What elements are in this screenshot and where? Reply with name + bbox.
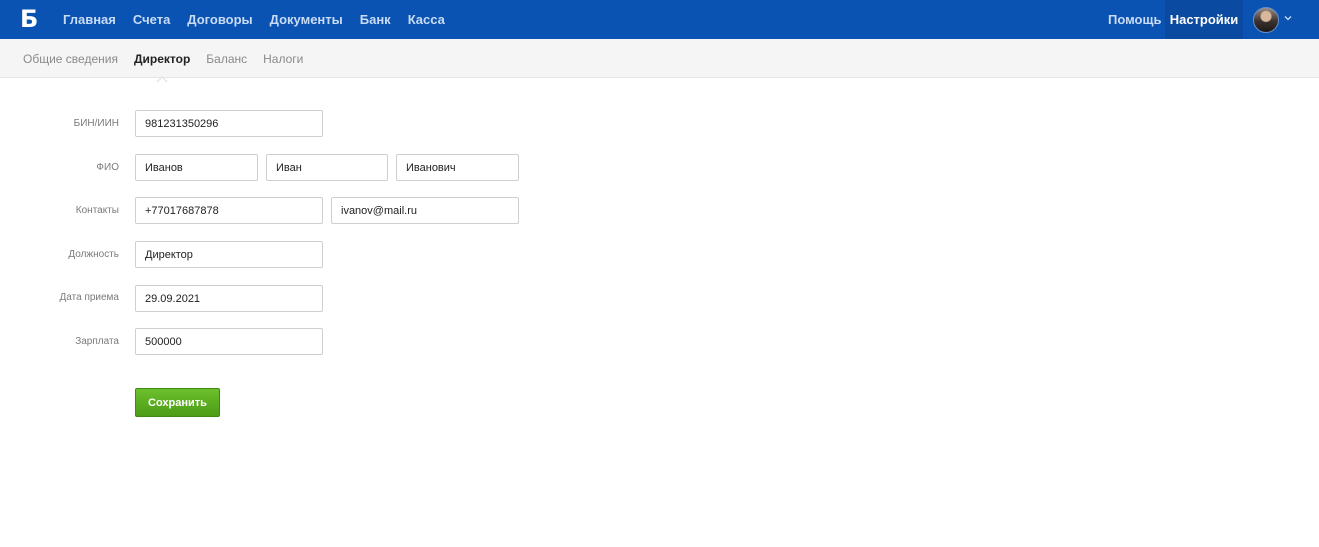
main-nav: Главная Счета Договоры Документы Банк Ка… — [63, 0, 462, 39]
tab-balance[interactable]: Баланс — [206, 52, 247, 66]
fio-label: ФИО — [96, 162, 119, 173]
bin-label: БИН/ИИН — [73, 118, 119, 129]
nav-item-documents[interactable]: Документы — [270, 12, 343, 27]
position-label: Должность — [68, 249, 119, 260]
save-button[interactable]: Сохранить — [135, 388, 220, 417]
tab-general-info[interactable]: Общие сведения — [23, 52, 118, 66]
chevron-down-icon[interactable] — [1283, 13, 1293, 23]
tab-taxes[interactable]: Налоги — [263, 52, 303, 66]
nav-item-home[interactable]: Главная — [63, 12, 116, 27]
middle-name-field[interactable] — [396, 154, 519, 181]
nav-item-bank[interactable]: Банк — [360, 12, 391, 27]
hire-date-label: Дата приема — [59, 292, 119, 303]
nav-item-invoices[interactable]: Счета — [133, 12, 170, 27]
tab-director[interactable]: Директор — [134, 52, 190, 83]
position-field[interactable] — [135, 241, 323, 268]
hire-date-field[interactable] — [135, 285, 323, 312]
top-navigation-bar: Б Главная Счета Договоры Документы Банк … — [0, 0, 1319, 39]
nav-item-contracts[interactable]: Договоры — [187, 12, 252, 27]
email-field[interactable] — [331, 197, 519, 224]
first-name-field[interactable] — [266, 154, 388, 181]
help-link[interactable]: Помощь — [1108, 0, 1161, 39]
phone-field[interactable] — [135, 197, 323, 224]
salary-label: Зарплата — [75, 336, 119, 347]
user-avatar[interactable] — [1253, 7, 1279, 33]
last-name-field[interactable] — [135, 154, 258, 181]
app-logo[interactable]: Б — [20, 7, 38, 31]
contacts-label: Контакты — [75, 205, 119, 216]
salary-field[interactable] — [135, 328, 323, 355]
settings-tabs: Общие сведения Директор Баланс Налоги — [23, 39, 319, 83]
nav-item-cash[interactable]: Касса — [408, 12, 445, 27]
sub-navigation-bar: Общие сведения Директор Баланс Налоги — [0, 39, 1319, 83]
settings-link[interactable]: Настройки — [1165, 0, 1243, 39]
bin-field[interactable] — [135, 110, 323, 137]
